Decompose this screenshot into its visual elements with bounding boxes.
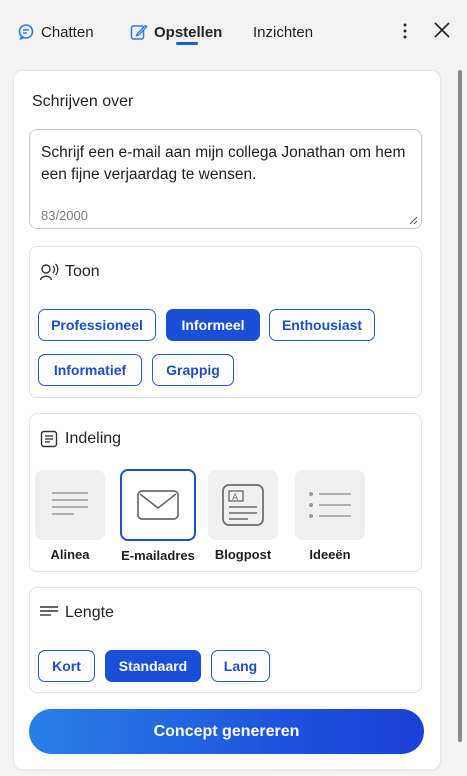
format-card: Indeling Alinea E-mailadres A Blogpost I… <box>29 413 422 572</box>
blog-icon: A <box>222 484 264 526</box>
length-option-standaard[interactable]: Standaard <box>105 650 201 682</box>
tone-option-enthousiast[interactable]: Enthousiast <box>269 309 375 341</box>
format-label-emailadres: E-mailadres <box>121 548 195 563</box>
scrollbar[interactable] <box>458 70 462 742</box>
tone-option-grappig[interactable]: Grappig <box>152 354 234 386</box>
format-tile-blogpost: A <box>208 470 278 540</box>
resize-handle-icon[interactable] <box>408 215 418 225</box>
format-option-alinea[interactable]: Alinea <box>35 470 105 562</box>
close-button[interactable] <box>432 20 452 40</box>
length-option-kort[interactable]: Kort <box>38 650 95 682</box>
tab-opstellen-label: Opstellen <box>154 23 223 41</box>
tone-option-informatief[interactable]: Informatief <box>38 354 142 386</box>
write-about-title: Schrijven over <box>32 93 134 110</box>
tab-opstellen[interactable]: Opstellen <box>130 20 222 44</box>
format-header: Indeling <box>39 429 121 449</box>
tone-header: Toon <box>39 262 100 282</box>
format-option-blogpost[interactable]: A Blogpost <box>208 470 278 562</box>
voice-icon <box>39 262 59 282</box>
tab-chatten[interactable]: Chatten <box>17 20 94 44</box>
tone-card: Toon Professioneel Informeel Enthousiast… <box>29 246 422 398</box>
more-vertical-icon <box>403 23 407 39</box>
chat-bubble-icon <box>17 23 35 41</box>
format-tile-ideeen <box>295 470 365 540</box>
format-label-alinea: Alinea <box>50 547 90 562</box>
envelope-icon <box>137 490 179 520</box>
length-header: Lengte <box>39 603 114 623</box>
tab-inzichten-label: Inzichten <box>253 23 314 41</box>
tone-option-professioneel[interactable]: Professioneel <box>38 309 156 341</box>
close-icon <box>434 22 450 38</box>
top-bar: Chatten Opstellen Inzichten <box>0 0 467 62</box>
length-card: Lengte Kort Standaard Lang <box>29 587 422 693</box>
length-title: Lengte <box>65 604 114 621</box>
format-label-blogpost: Blogpost <box>214 547 272 562</box>
length-option-lang[interactable]: Lang <box>211 650 270 682</box>
format-tile-alinea <box>35 470 105 540</box>
active-tab-indicator <box>176 42 198 45</box>
paragraph-icon <box>52 492 88 515</box>
compose-icon <box>130 23 148 41</box>
prompt-text[interactable]: Schrijf een e-mail aan mijn collega Jona… <box>41 142 406 186</box>
svg-text:A: A <box>232 493 239 503</box>
generate-draft-button[interactable]: Concept genereren <box>29 709 424 754</box>
format-option-ideeen[interactable]: Ideeën <box>295 470 365 562</box>
tab-chatten-label: Chatten <box>41 23 94 41</box>
bullet-list-icon <box>309 492 351 518</box>
prompt-textarea[interactable]: Schrijf een e-mail aan mijn collega Jona… <box>29 129 422 229</box>
length-lines-icon <box>39 603 59 623</box>
document-icon <box>39 429 59 449</box>
format-title: Indeling <box>65 430 122 447</box>
format-tile-emailadres <box>120 469 196 541</box>
tone-title: Toon <box>65 263 100 280</box>
char-count: 83/2000 <box>41 208 88 223</box>
format-label-ideeen: Ideeën <box>309 547 351 562</box>
tone-option-informeel[interactable]: Informeel <box>166 309 260 341</box>
more-options-button[interactable] <box>396 20 414 42</box>
format-option-emailadres[interactable]: E-mailadres <box>120 469 196 563</box>
tab-inzichten[interactable]: Inzichten <box>253 20 313 44</box>
